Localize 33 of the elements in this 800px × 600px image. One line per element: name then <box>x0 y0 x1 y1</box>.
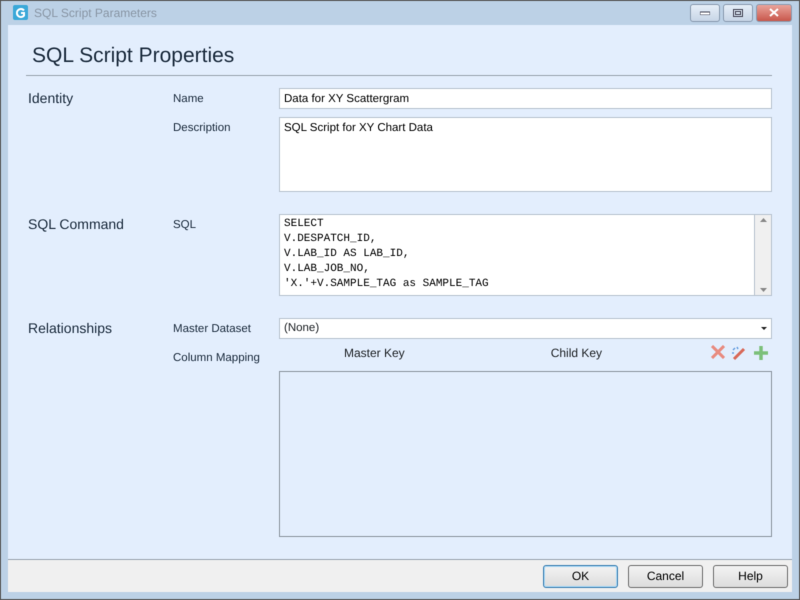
field-label: Description <box>173 121 232 136</box>
app-icon <box>13 5 28 20</box>
field-label: Column Mapping <box>173 351 261 366</box>
column-header: Child Key <box>550 345 602 362</box>
scroll-up-icon[interactable] <box>760 218 766 222</box>
section-title: SQL Command <box>27 215 125 234</box>
close-button[interactable] <box>756 4 792 22</box>
delete-icon[interactable] <box>711 345 725 360</box>
close-icon <box>769 8 779 18</box>
description-field[interactable]: SQL Script for XY Chart Data <box>279 117 772 192</box>
minimize-button[interactable] <box>690 4 720 22</box>
field-label: Name <box>173 92 205 108</box>
page-heading: SQL Script Properties <box>26 40 772 76</box>
window-title: SQL Script Parameters <box>34 4 157 22</box>
scroll-down-icon[interactable] <box>760 288 766 292</box>
maximize-icon <box>733 8 743 17</box>
text-field[interactable]: Data for XY Scattergram <box>279 88 772 110</box>
dropdown[interactable]: (None) <box>279 318 772 340</box>
dialog-button[interactable]: Cancel <box>628 564 703 588</box>
field-label: SQL <box>173 218 198 234</box>
maximize-button[interactable] <box>723 4 753 22</box>
dialog-button[interactable]: Help <box>713 564 788 588</box>
wand-icon[interactable] <box>731 345 747 362</box>
section-title: Relationships <box>27 319 114 338</box>
column-header: Master Key <box>344 345 405 362</box>
section-title: Identity <box>27 89 74 108</box>
sql-editor[interactable]: SELECT V.DESPATCH_ID, V.LAB_ID AS LAB_ID, V.LAB_JOB_NO, 'X.'+V.SAMPLE_TAG as SAMPLE_TAG <box>279 214 755 296</box>
minimize-icon <box>700 10 710 15</box>
field-label: Master Dataset <box>173 322 252 338</box>
caret-icon <box>761 327 767 330</box>
scrollbar[interactable] <box>755 214 772 296</box>
dialog-button[interactable]: OK <box>543 564 618 588</box>
add-icon[interactable] <box>753 345 769 362</box>
